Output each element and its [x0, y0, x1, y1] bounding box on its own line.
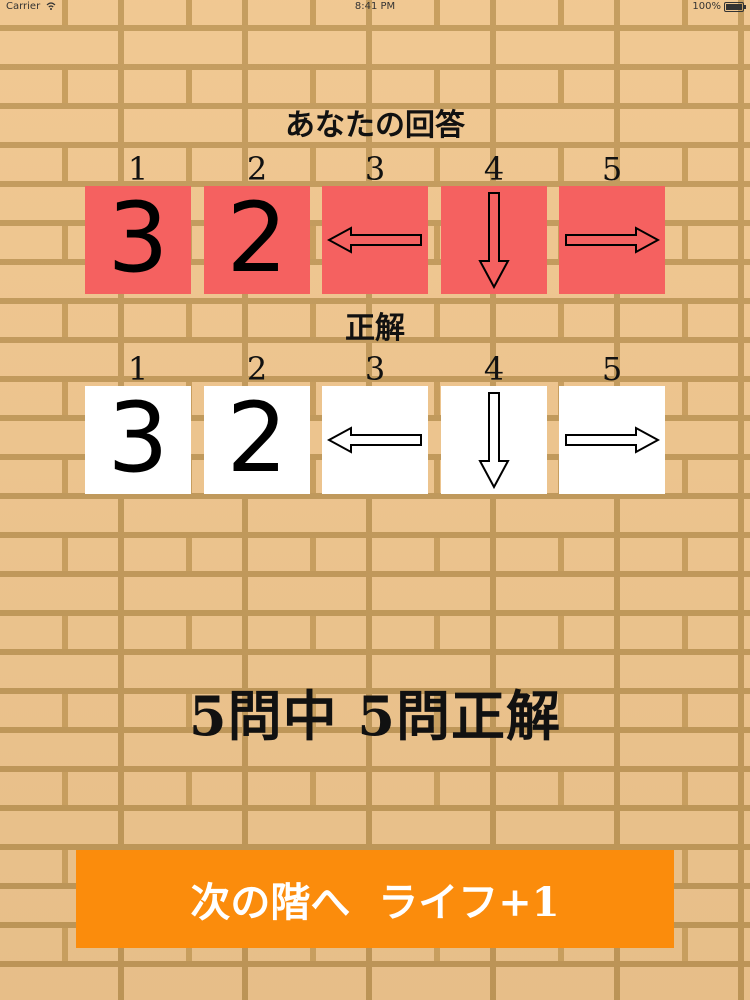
position-number: 5 — [601, 350, 623, 388]
correct-tile-1: 3 — [85, 386, 191, 494]
arrow-right-icon — [565, 426, 660, 454]
position-number: 3 — [364, 350, 386, 388]
correct-answer-tiles: 3 2 — [0, 386, 750, 494]
your-answer-title: あなたの回答 — [285, 108, 465, 143]
correct-answer-title: 正解 — [345, 311, 405, 346]
arrow-down-icon — [478, 192, 510, 289]
position-number: 3 — [364, 150, 386, 188]
arrow-right-icon — [565, 226, 660, 254]
arrow-left-icon — [327, 226, 422, 254]
battery-indicator: 100% — [692, 1, 746, 12]
answer-digit: 3 — [107, 182, 169, 294]
correct-tile-5 — [559, 386, 665, 494]
correct-tile-2: 2 — [204, 386, 310, 494]
score-text: 5問中 5問正解 — [189, 684, 561, 748]
your-answer-tiles: 3 2 — [0, 186, 750, 294]
correct-digit: 3 — [107, 382, 169, 494]
answer-digit: 2 — [226, 182, 288, 294]
clock: 8:41 PM — [354, 1, 396, 12]
answer-tile-2: 2 — [204, 186, 310, 294]
answer-tile-1: 3 — [85, 186, 191, 294]
answer-tile-5 — [559, 186, 665, 294]
arrow-down-icon — [478, 392, 510, 489]
answer-tile-3 — [322, 186, 428, 294]
correct-digit: 2 — [226, 382, 288, 494]
status-bar: Carrier 8:41 PM 100% — [0, 0, 750, 14]
correct-tile-3 — [322, 386, 428, 494]
position-number: 4 — [483, 150, 505, 188]
arrow-left-icon — [327, 426, 422, 454]
position-number: 5 — [601, 150, 623, 188]
battery-icon — [724, 1, 746, 12]
correct-tile-4 — [441, 386, 547, 494]
position-number: 4 — [483, 350, 505, 388]
battery-percent: 100% — [692, 1, 721, 12]
your-answer-numbers: 1 2 3 4 5 — [0, 150, 750, 188]
correct-answer-numbers: 1 2 3 4 5 — [0, 350, 750, 388]
next-floor-button[interactable]: 次の階へ ライフ+1 — [76, 850, 674, 948]
answer-tile-4 — [441, 186, 547, 294]
